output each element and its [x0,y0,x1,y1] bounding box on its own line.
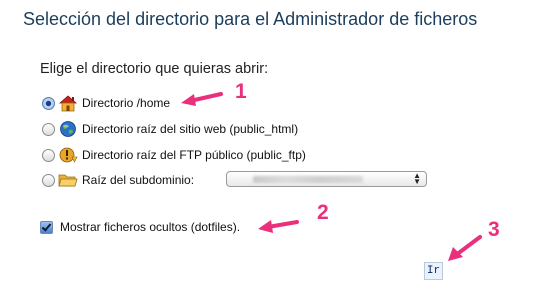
annotation-arrow-1 [181,92,223,106]
globe-icon [58,120,78,138]
go-button[interactable]: Ir [424,262,443,280]
annotation-arrow-3 [448,235,482,261]
option-subdomain[interactable]: Raíz del subdominio: [42,170,194,190]
annotation-arrow-2 [258,220,299,233]
folder-icon [58,171,78,189]
option-subdomain-label: Raíz del subdominio: [82,173,195,187]
annotation-3: 3 [488,218,500,241]
directory-prompt: Elige el directorio que quieras abrir: [40,61,269,77]
subdomain-select[interactable]: ▲ ▼ [226,171,427,187]
option-public-html-label: Directorio raíz del sitio web (public_ht… [82,122,299,136]
ftp-warning-icon [58,146,78,164]
option-home[interactable]: Directorio /home [42,93,170,113]
option-public-ftp[interactable]: Directorio raíz del FTP público (public_… [42,145,306,165]
radio-home[interactable] [42,96,55,110]
option-home-label: Directorio /home [82,96,171,110]
annotation-2: 2 [317,201,329,224]
show-hidden-files-checkbox[interactable] [40,220,53,234]
radio-public-html[interactable] [42,122,55,136]
radio-public-ftp[interactable] [42,148,55,162]
page-title: Selección del directorio para el Adminis… [23,9,478,29]
chevron-up-down-icon: ▲ ▼ [413,171,421,186]
radio-subdomain[interactable] [42,173,55,187]
annotation-1: 1 [235,80,247,103]
option-public-html[interactable]: Directorio raíz del sitio web (public_ht… [42,119,298,139]
option-public-ftp-label: Directorio raíz del FTP público (public_… [82,148,306,162]
subdomain-select-value [253,176,363,183]
show-hidden-files-row[interactable]: Mostrar ficheros ocultos (dotfiles). [40,219,240,235]
show-hidden-files-label: Mostrar ficheros ocultos (dotfiles). [60,220,241,234]
home-icon [58,94,78,112]
